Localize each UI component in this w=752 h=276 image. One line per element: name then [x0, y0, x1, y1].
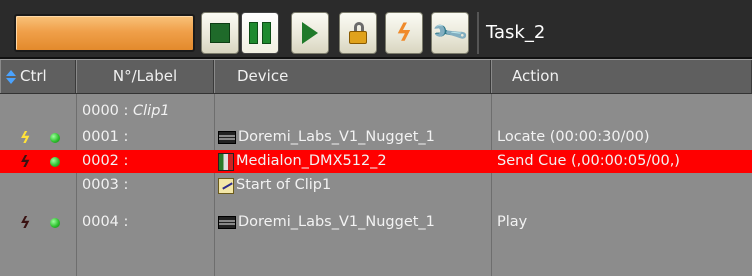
row-action: Locate (00:00:30/00)	[497, 129, 650, 145]
row-device: Start of Clip1	[218, 174, 490, 197]
progress-bar	[14, 14, 195, 52]
row-label: 0003 :	[82, 177, 129, 193]
lock-button[interactable]	[339, 12, 377, 54]
nugget-device-icon	[218, 216, 236, 229]
table-row[interactable]: ϟ 0004 : Doremi_Labs_V1_Nugget_1 Play	[0, 211, 752, 234]
pause-button[interactable]	[241, 12, 279, 54]
nugget-device-icon	[218, 131, 236, 144]
table-header: Ctrl N°/Label Device Action	[0, 59, 752, 94]
settings-button[interactable]: 🔧	[429, 12, 471, 54]
status-dot-icon	[50, 150, 68, 173]
task-window: ϟ 🔧 Task_2 Ctrl N°/Label Device Action 0…	[0, 0, 752, 276]
header-device[interactable]: Device	[214, 60, 491, 93]
table-row[interactable]: 0000 : Clip1	[0, 100, 752, 123]
row-label: 0002 :	[82, 153, 129, 169]
table-row-selected[interactable]: ϟ 0002 : Medialon_DMX512_2 Send Cue (,00…	[0, 150, 752, 173]
row-label: 0001 :	[82, 129, 129, 145]
header-action[interactable]: Action	[491, 60, 752, 93]
bolt-icon[interactable]: ϟ	[20, 211, 38, 234]
lock-icon	[348, 22, 368, 44]
row-label: 0000 : Clip1	[82, 103, 170, 119]
toolbar: ϟ 🔧 Task_2	[0, 0, 752, 59]
sort-icon	[5, 69, 17, 84]
status-dot-icon	[50, 126, 68, 149]
row-action: Send Cue (,00:00:05/00,)	[497, 153, 680, 169]
header-ctrl-label: Ctrl	[20, 67, 47, 85]
table-row[interactable]: ϟ 0001 : Doremi_Labs_V1_Nugget_1 Locate …	[0, 126, 752, 149]
task-title: Task_2	[477, 12, 752, 54]
table-row[interactable]: 0003 : Start of Clip1	[0, 174, 752, 197]
stop-button[interactable]	[201, 12, 239, 54]
play-icon	[302, 22, 318, 44]
trigger-button[interactable]: ϟ	[385, 12, 423, 54]
row-label: 0004 :	[82, 214, 129, 230]
bolt-icon: ϟ	[396, 19, 412, 47]
wrench-icon: 🔧	[429, 12, 471, 54]
row-device: Doremi_Labs_V1_Nugget_1	[218, 211, 490, 234]
bolt-icon[interactable]: ϟ	[20, 126, 38, 149]
row-device: Medialon_DMX512_2	[218, 150, 490, 173]
row-action: Play	[497, 214, 528, 230]
stop-icon	[210, 23, 230, 43]
pause-icon	[249, 22, 271, 44]
play-button[interactable]	[291, 12, 329, 54]
row-device: Doremi_Labs_V1_Nugget_1	[218, 126, 490, 149]
clip-name: Clip1	[133, 103, 170, 119]
cue-table: 0000 : Clip1 ϟ 0001 : Doremi_Labs_V1_Nug…	[0, 94, 752, 276]
bolt-icon[interactable]: ϟ	[20, 150, 38, 173]
dmx-device-icon	[218, 152, 234, 171]
header-label[interactable]: N°/Label	[76, 60, 214, 93]
status-dot-icon	[50, 211, 68, 234]
note-icon	[218, 177, 234, 194]
header-ctrl[interactable]: Ctrl	[0, 60, 76, 93]
